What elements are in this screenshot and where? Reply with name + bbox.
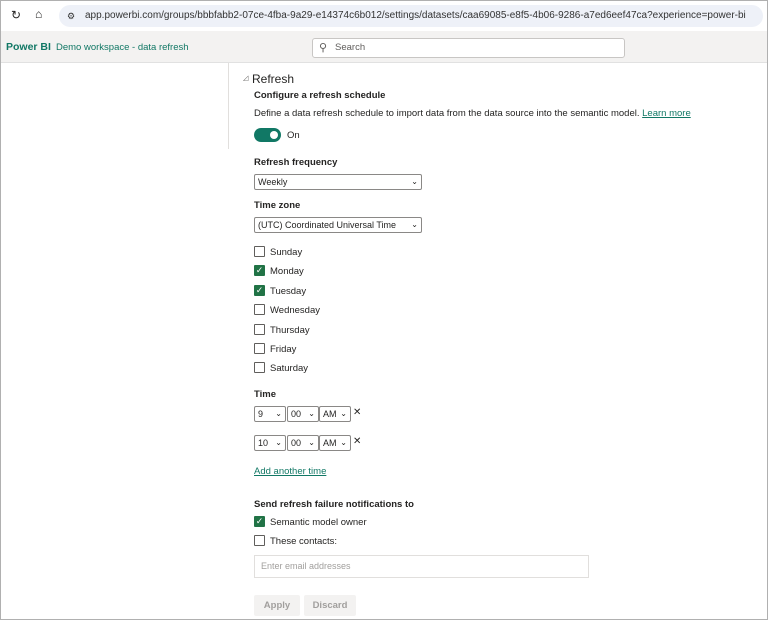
checkbox-wednesday[interactable] [254, 304, 265, 316]
chevron-down-icon: ⌄ [308, 409, 315, 418]
browser-toolbar: ↻ ⌂ ⚙ app.powerbi.com/groups/bbbfabb2-07… [1, 1, 767, 31]
toggle-label: On [287, 130, 300, 141]
search-input[interactable]: ⚲ Search [312, 38, 625, 58]
chevron-down-icon: ⌄ [275, 409, 282, 418]
minute-select[interactable]: 00 ⌄ [287, 406, 319, 422]
day-label: Tuesday [270, 285, 307, 297]
email-input[interactable]: Enter email addresses [254, 555, 589, 578]
frequency-select[interactable]: Weekly ⌄ [254, 174, 422, 190]
day-label: Monday [270, 266, 304, 278]
add-another-time-link[interactable]: Add another time [254, 466, 326, 477]
chevron-down-icon: ⌄ [308, 438, 315, 447]
owner-checkbox-label: Semantic model owner [270, 517, 367, 528]
url-text: app.powerbi.com/groups/bbbfabb2-07ce-4fb… [85, 10, 746, 21]
app-name[interactable]: Power BI [6, 41, 51, 53]
timezone-label: Time zone [254, 200, 301, 211]
email-placeholder: Enter email addresses [261, 561, 351, 571]
checkbox-monday[interactable]: ✓ [254, 265, 265, 277]
frequency-value: Weekly [258, 177, 288, 187]
ampm-select[interactable]: AM ⌄ [319, 435, 351, 451]
ampm-select[interactable]: AM ⌄ [319, 406, 351, 422]
checkbox-saturday[interactable] [254, 362, 265, 374]
sidebar-divider [228, 63, 229, 149]
time-label: Time [254, 389, 277, 400]
hour-select[interactable]: 10 ⌄ [254, 435, 286, 451]
owner-checkbox[interactable]: ✓ [254, 516, 265, 527]
remove-time-icon[interactable]: ✕ [353, 436, 361, 447]
chevron-down-icon: ⌄ [340, 409, 347, 418]
day-label: Saturday [270, 363, 309, 375]
configure-title: Configure a refresh schedule [254, 90, 386, 101]
chevron-down-icon: ⌄ [275, 438, 282, 447]
day-label: Sunday [270, 247, 303, 258]
checkbox-friday[interactable] [254, 343, 265, 354]
remove-time-icon[interactable]: ✕ [353, 407, 361, 418]
frequency-label: Refresh frequency [254, 157, 338, 168]
site-info-icon[interactable]: ⚙ [67, 5, 75, 27]
chevron-down-icon: ⌄ [411, 177, 418, 186]
discard-button[interactable]: Discard [304, 595, 356, 616]
search-icon: ⚲ [319, 42, 328, 54]
timezone-select[interactable]: (UTC) Coordinated Universal Time ⌄ [254, 217, 422, 233]
description: Define a data refresh schedule to import… [254, 108, 691, 119]
hour-select[interactable]: 9 ⌄ [254, 406, 286, 422]
ampm-value: AM [323, 409, 337, 419]
reload-icon[interactable]: ↻ [11, 8, 21, 22]
contacts-checkbox[interactable] [254, 535, 265, 546]
chevron-down-icon: ⌄ [340, 438, 347, 447]
refresh-toggle[interactable] [254, 128, 281, 142]
contacts-checkbox-label: These contacts: [270, 536, 338, 547]
minute-value: 00 [291, 438, 302, 448]
day-label: Thursday [270, 324, 310, 336]
hour-value: 9 [258, 409, 264, 419]
minute-value: 00 [291, 409, 302, 419]
learn-more-link[interactable]: Learn more [642, 108, 691, 119]
hour-value: 10 [258, 438, 269, 448]
workspace-name[interactable]: Demo workspace - data refresh [56, 42, 189, 53]
section-title: Refresh [252, 72, 295, 86]
notify-label: Send refresh failure notifications to [254, 499, 414, 510]
home-icon[interactable]: ⌂ [35, 7, 42, 21]
apply-button[interactable]: Apply [254, 595, 300, 616]
collapse-triangle-icon[interactable]: ◿ [243, 74, 248, 82]
ampm-value: AM [323, 438, 337, 448]
checkbox-tuesday[interactable]: ✓ [254, 284, 265, 296]
toggle-knob [270, 131, 278, 139]
checkbox-sunday[interactable] [254, 246, 265, 257]
address-bar[interactable]: ⚙ app.powerbi.com/groups/bbbfabb2-07ce-4… [59, 5, 763, 27]
timezone-value: (UTC) Coordinated Universal Time [258, 220, 397, 230]
day-label: Friday [270, 344, 297, 355]
minute-select[interactable]: 00 ⌄ [287, 435, 319, 451]
day-label: Wednesday [270, 305, 320, 317]
chevron-down-icon: ⌄ [411, 220, 418, 229]
search-placeholder: Search [335, 42, 366, 53]
checkbox-thursday[interactable] [254, 323, 265, 335]
description-text: Define a data refresh schedule to import… [254, 108, 640, 119]
